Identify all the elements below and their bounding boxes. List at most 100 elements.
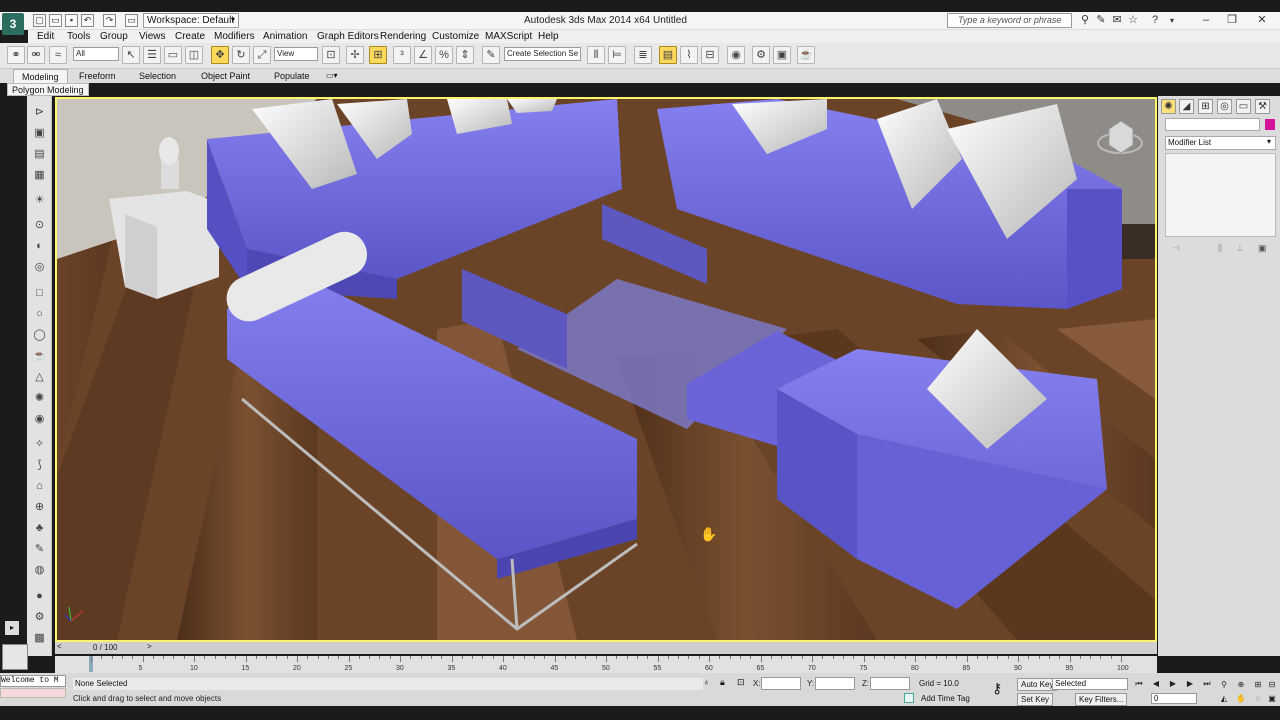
rectangular-selection-icon[interactable]: ▭	[164, 46, 182, 64]
align-icon[interactable]: ⊨	[608, 46, 626, 64]
favorites-icon[interactable]: ☆	[1126, 14, 1140, 27]
chevron-down-icon[interactable]: ▾	[1267, 137, 1271, 146]
menu-modifiers[interactable]: Modifiers	[214, 30, 255, 43]
make-unique-icon[interactable]: ⊥	[1236, 243, 1244, 254]
snaps-toggle-icon[interactable]: ³	[393, 46, 411, 64]
sphere-icon[interactable]: ○	[30, 306, 49, 323]
select-and-move-icon[interactable]: ✥	[211, 46, 229, 64]
reference-coordinate-dropdown[interactable]: View	[274, 47, 318, 61]
spacewarp-icon[interactable]: ◎	[30, 259, 49, 276]
zoom-all-icon[interactable]: ⊕	[1235, 679, 1247, 690]
menu-customize[interactable]: Customize	[432, 30, 479, 43]
display-panel-icon[interactable]: ▭	[1236, 99, 1251, 114]
menu-graph-editors[interactable]: Graph Editors	[317, 30, 379, 43]
tab-populate[interactable]: Populate	[266, 69, 318, 83]
window-crossing-icon[interactable]: ◫	[185, 46, 203, 64]
keyboard-shortcut-override-icon[interactable]: ⊞	[369, 46, 387, 64]
polygon-modeling-tab[interactable]: Polygon Modeling	[7, 83, 89, 96]
expand-arrow-icon[interactable]: ▸	[5, 621, 19, 635]
named-selection-dropdown[interactable]: Create Selection Se	[504, 47, 581, 61]
menu-group[interactable]: Group	[100, 30, 128, 43]
cone-icon[interactable]: △	[30, 369, 49, 386]
orbit-icon[interactable]: ◌	[1252, 693, 1264, 704]
open-file-icon[interactable]: ▭	[49, 14, 62, 27]
maximize-viewport-icon[interactable]: ▣	[1266, 693, 1278, 704]
light-icon[interactable]: ☀	[30, 192, 49, 209]
next-frame-icon[interactable]: ▶	[1184, 678, 1196, 689]
hierarchy-panel-icon[interactable]: ⊞	[1198, 99, 1213, 114]
tree-icon[interactable]: ♣	[30, 520, 49, 537]
tab-freeform[interactable]: Freeform	[71, 69, 124, 83]
time-slider[interactable]: 0 / 100 < >	[55, 642, 1157, 654]
workspace-dropdown[interactable]: Workspace: Default	[143, 13, 239, 28]
field-of-view-icon[interactable]: ◭	[1218, 693, 1230, 704]
app-logo-icon[interactable]: 3	[2, 13, 24, 35]
track-bar[interactable]: 5 10 15 20 25 30 35 40 45 50 55 60 65 70 75 80 85 90 95 100	[55, 656, 1157, 673]
modifier-list-dropdown[interactable]: Modifier List	[1165, 136, 1276, 150]
box-icon[interactable]: □	[30, 285, 49, 302]
subscription-icon[interactable]: ✎	[1094, 14, 1108, 27]
sun-icon[interactable]: ✺	[30, 390, 49, 407]
tab-object-paint[interactable]: Object Paint	[193, 69, 258, 83]
key-mode-dropdown[interactable]: Selected	[1052, 678, 1128, 690]
play-icon[interactable]: ▶	[1167, 678, 1179, 689]
menu-tools[interactable]: Tools	[67, 30, 90, 43]
schematic-view-icon[interactable]: ⊟	[701, 46, 719, 64]
camera-icon[interactable]: ⊙	[30, 217, 49, 234]
brush-icon[interactable]: ✎	[30, 541, 49, 558]
close-button[interactable]: ✕	[1252, 13, 1272, 28]
select-object-icon[interactable]: ⊳	[30, 104, 49, 121]
perspective-viewport[interactable]: ✋	[55, 97, 1157, 642]
object-name-field[interactable]	[1165, 118, 1260, 131]
bind-space-warp-icon[interactable]: ≈	[49, 46, 67, 64]
zoom-extents-all-icon[interactable]: ⊟	[1266, 679, 1278, 690]
layer-manager-icon[interactable]: ≣	[634, 46, 652, 64]
percent-snap-icon[interactable]: %	[435, 46, 453, 64]
chevron-down-icon[interactable]: ▾	[1165, 14, 1179, 27]
previous-frame-icon[interactable]: ◀	[1150, 678, 1162, 689]
material-icon[interactable]: ◍	[30, 562, 49, 579]
terrain-icon[interactable]: ⌂	[30, 478, 49, 495]
modifier-icon[interactable]: ⟆	[30, 457, 49, 474]
tab-selection[interactable]: Selection	[131, 69, 184, 83]
search-binoculars-icon[interactable]: ⚲	[1078, 14, 1092, 27]
ribbon-options-icon[interactable]: ▭▾	[326, 71, 338, 80]
save-icon[interactable]: ▪	[65, 14, 78, 27]
search-input[interactable]: Type a keyword or phrase	[947, 13, 1072, 28]
set-key-button[interactable]: Set Key	[1017, 693, 1054, 706]
edit-named-selection-icon[interactable]: ✎	[482, 46, 500, 64]
zoom-extents-icon[interactable]: ⊞	[1252, 679, 1264, 690]
object-color-swatch[interactable]	[1265, 119, 1275, 130]
new-file-icon[interactable]: ▢	[33, 14, 46, 27]
select-and-scale-icon[interactable]: ⤢	[253, 46, 271, 64]
menu-views[interactable]: Views	[139, 30, 166, 43]
globe-icon[interactable]: ⊕	[30, 499, 49, 516]
menu-rendering[interactable]: Rendering	[380, 30, 426, 43]
spinner-snap-icon[interactable]: ⇕	[456, 46, 474, 64]
zoom-icon[interactable]: ⚲	[1218, 679, 1230, 690]
select-manipulate-icon[interactable]: ✢	[346, 46, 364, 64]
menu-create[interactable]: Create	[175, 30, 205, 43]
link-icon[interactable]: ⚭	[7, 46, 25, 64]
menu-edit[interactable]: Edit	[37, 30, 54, 43]
undo-icon[interactable]: ↶	[81, 14, 94, 27]
cylinder-icon[interactable]: ◯	[30, 327, 49, 344]
add-time-tag-icon[interactable]	[904, 693, 914, 703]
graphite-ribbon-icon[interactable]: ▤	[659, 46, 677, 64]
prev-frame-arrow-icon[interactable]: <	[57, 642, 62, 651]
selection-filter-dropdown[interactable]: All	[73, 47, 119, 61]
absolute-mode-icon[interactable]: ⊡	[737, 677, 745, 688]
teapot-icon[interactable]: ☕	[30, 348, 49, 365]
settings-icon[interactable]: ⚙	[30, 609, 49, 626]
angle-snap-icon[interactable]: ∠	[414, 46, 432, 64]
torus-icon[interactable]: ◉	[30, 411, 49, 428]
pivot-center-icon[interactable]: ⊡	[322, 46, 340, 64]
shapes-icon[interactable]: ✧	[30, 436, 49, 453]
configure-modifier-sets-icon[interactable]: ▣	[1258, 243, 1267, 254]
modifier-stack[interactable]	[1165, 153, 1276, 237]
z-coordinate-input[interactable]	[870, 677, 910, 690]
helper-icon[interactable]: ◐	[30, 238, 49, 255]
grid-icon[interactable]: ▦	[30, 167, 49, 184]
curve-editor-icon[interactable]: ⌇	[680, 46, 698, 64]
render-setup-icon[interactable]: ⚙	[752, 46, 770, 64]
